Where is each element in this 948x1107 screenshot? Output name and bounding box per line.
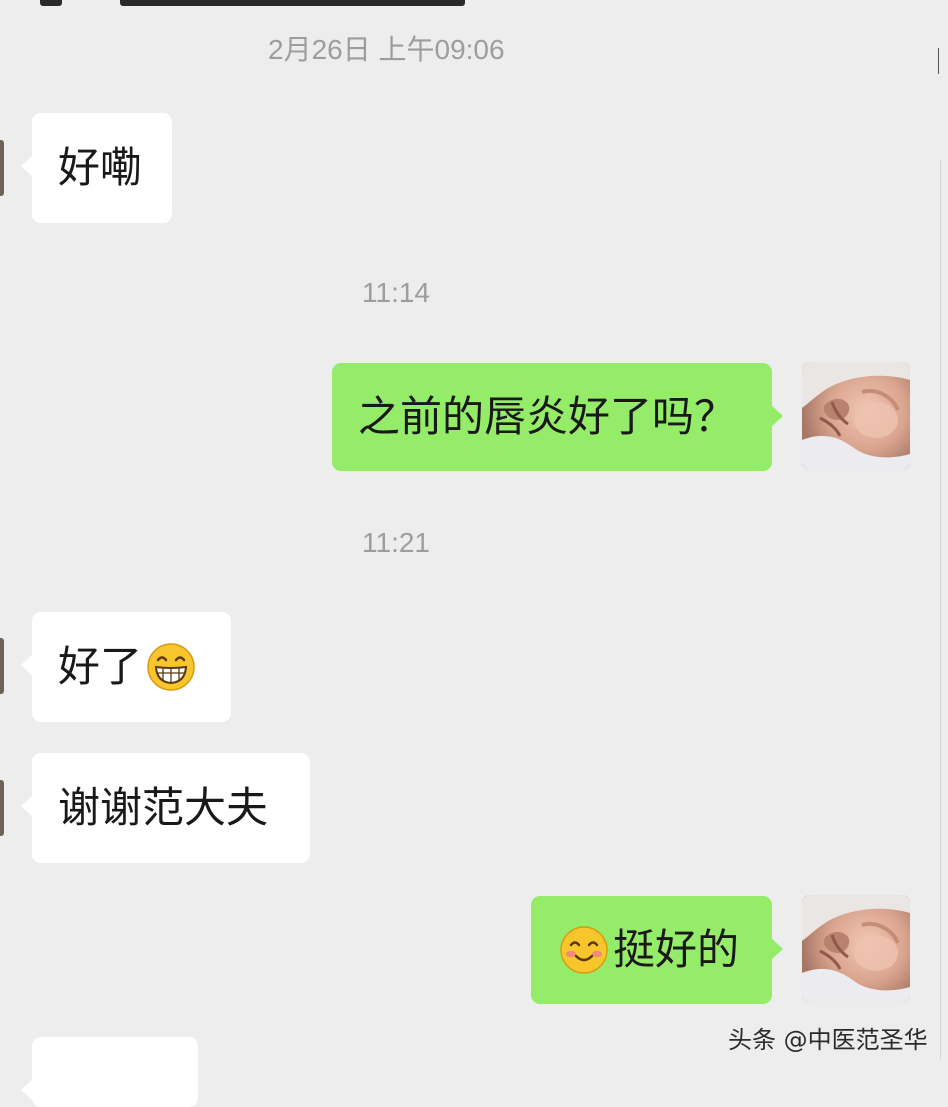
timestamp: 11:21 <box>362 527 430 558</box>
avatar[interactable] <box>802 362 910 470</box>
avatar-partial <box>0 780 4 836</box>
message-text: 挺好的 <box>613 925 740 974</box>
message-text: 好嘞 <box>58 143 143 192</box>
message-text: 谢谢范大夫 <box>58 783 269 832</box>
message-bubble-sent[interactable]: 挺好的 <box>531 896 783 1004</box>
message-bubble-received[interactable]: 好了 <box>21 612 231 722</box>
avatar-partial <box>0 638 4 694</box>
watermark: 头条 @中医范圣华 <box>728 1026 928 1054</box>
avatar[interactable] <box>802 895 910 1003</box>
message-bubble-sent[interactable]: 之前的唇炎好了吗？ <box>332 363 783 471</box>
avatar-photo <box>802 362 910 470</box>
grinning-face-icon <box>146 642 196 692</box>
avatar-partial <box>0 140 4 196</box>
truncated-top-message <box>0 0 948 6</box>
message-bubble-received[interactable]: 好嘞 <box>21 113 172 223</box>
timestamp: 11:14 <box>362 277 430 308</box>
timestamp: 2月26日 上午09:06 <box>268 34 505 65</box>
message-bubble-received[interactable]: 谢谢范大夫 <box>21 753 310 863</box>
message-bubble-received[interactable] <box>21 1037 198 1107</box>
smiling-face-icon <box>559 925 609 975</box>
message-text: 之前的唇炎好了吗？ <box>358 392 737 441</box>
right-edge <box>939 0 948 1070</box>
message-text: 好了 <box>58 642 143 691</box>
avatar-photo <box>802 895 910 1003</box>
